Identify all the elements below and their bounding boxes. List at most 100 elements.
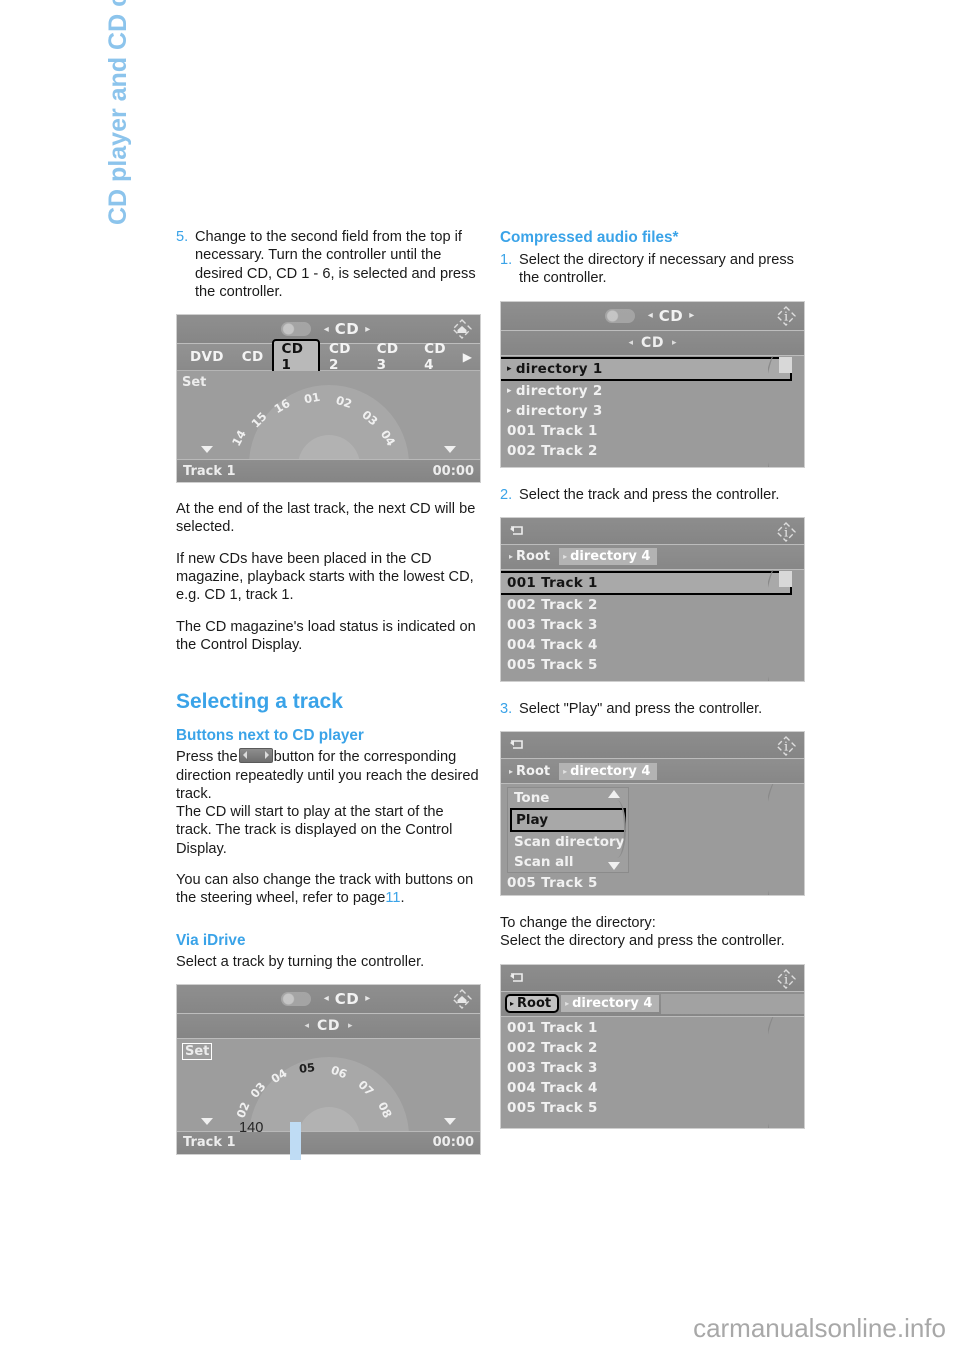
right-arrow-icon[interactable]: ▸ <box>365 324 370 335</box>
disc-icon <box>280 991 311 1006</box>
dial-number-05-current[interactable]: 05 <box>298 1060 315 1076</box>
list-item-label: 001 Track 1 <box>507 574 598 591</box>
cd-tab-strip[interactable]: DVD CD CD 1 CD 2 CD 3 CD 4 ▶ <box>177 339 480 376</box>
list-item[interactable]: ▸ directory 2 <box>501 381 804 401</box>
right-arrow-icon[interactable]: ▸ <box>672 338 677 348</box>
track-dial-topbar: ◂ CD ▸ <box>177 984 480 1014</box>
list-item[interactable]: 002 Track 2 <box>501 1038 804 1058</box>
cd-changer-dial[interactable]: Set 14 15 16 01 02 03 04 <box>177 371 480 460</box>
right-arrow-icon[interactable]: ▸ <box>348 1021 353 1031</box>
list-item[interactable]: 005 Track 5 <box>501 1098 804 1118</box>
left-arrow-icon[interactable]: ◂ <box>305 1021 310 1031</box>
scrollbar-thumb[interactable] <box>779 570 792 587</box>
list-item[interactable]: 002 Track 2 <box>501 441 804 461</box>
dial-caret-left-icon <box>201 1117 213 1125</box>
root-selected-breadcrumb[interactable]: ▸ Root ▸ directory 4 <box>501 991 804 1017</box>
list-item[interactable]: 001 Track 1 <box>501 570 792 595</box>
chevron-right-icon: ▸ <box>563 552 568 562</box>
tab-cd-1[interactable]: CD 1 <box>272 339 321 376</box>
breadcrumb-root[interactable]: ▸ Root <box>505 548 557 565</box>
info-diamond-icon[interactable]: i <box>775 305 797 327</box>
list-item[interactable]: 003 Track 3 <box>501 615 804 635</box>
svg-text:i: i <box>784 525 788 539</box>
right-column: Compressed audio files* 1. Select the di… <box>500 228 805 1129</box>
tab-next-arrow-icon[interactable]: ▶ <box>463 350 476 364</box>
root-selected-rows: 001 Track 1 002 Track 2 003 Track 3 004 … <box>501 1016 804 1128</box>
tab-cd[interactable]: CD <box>233 348 273 366</box>
breadcrumb-root[interactable]: ▸ Root <box>505 763 557 780</box>
list-item[interactable]: ▸ directory 1 <box>501 356 792 381</box>
track-dial-subbar[interactable]: ◂ CD ▸ <box>177 1013 480 1039</box>
track-dial[interactable]: Set 02 03 04 05 06 07 08 <box>177 1038 480 1131</box>
tab-dvd[interactable]: DVD <box>181 348 233 366</box>
directory-list-subbar[interactable]: ◂ CD ▸ <box>501 330 804 356</box>
scroll-down-caret-icon[interactable] <box>608 862 620 871</box>
left-arrow-icon[interactable]: ◂ <box>629 338 634 348</box>
heading-selecting-a-track: Selecting a track <box>176 690 343 714</box>
screenshot-track-list: i ▸ Root ▸ directory 4 001 Track 1 002 Tra… <box>500 516 805 682</box>
set-label[interactable]: Set <box>182 1042 213 1060</box>
list-item[interactable]: 002 Track 2 <box>501 595 804 615</box>
list-item[interactable]: ▸ directory 3 <box>501 401 804 421</box>
tab-cd-2[interactable]: CD 2 <box>320 340 368 374</box>
breadcrumb-directory-4[interactable]: ▸ directory 4 <box>559 762 658 780</box>
breadcrumb-root-label: Root <box>516 549 551 565</box>
paragraph-steering-wheel: You can also change the track with butto… <box>176 871 481 908</box>
screenshot-root-selected: i ▸ Root ▸ directory 4 001 Track 1 002 Tra… <box>500 963 805 1129</box>
directory-rows: ▸ directory 1 ▸ directory 2 ▸ directory 3 0… <box>501 355 804 467</box>
breadcrumb-empty-slot <box>661 993 804 1014</box>
left-arrow-icon[interactable]: ◂ <box>324 993 329 1004</box>
svg-text:i: i <box>784 740 788 754</box>
play-menu-area: Tone Play Scan directory Scan all 005 Tr… <box>501 784 804 896</box>
tab-cd-4[interactable]: CD 4 <box>415 340 463 374</box>
dial-number-14[interactable]: 14 <box>229 428 249 449</box>
dial-number-01[interactable]: 01 <box>303 390 321 407</box>
track-list-topbar: i <box>501 517 804 545</box>
cd-changer-topbar-label: CD <box>334 320 360 339</box>
breadcrumb-directory-4[interactable]: ▸ directory 4 <box>561 995 660 1013</box>
menu-scroll-arc <box>608 800 626 859</box>
page-reference-link[interactable]: 11 <box>385 890 400 906</box>
page-edge-marker <box>290 1122 301 1160</box>
back-arrow-icon[interactable] <box>507 523 527 539</box>
track-list-breadcrumb[interactable]: ▸ Root ▸ directory 4 <box>501 544 804 570</box>
list-item[interactable]: 005 Track 5 <box>501 655 804 675</box>
list-item[interactable]: 004 Track 4 <box>501 635 804 655</box>
step-2-number: 2. <box>500 486 513 503</box>
screenshot-play-menu: i ▸ Root ▸ directory 4 Tone Play Scan dire… <box>500 731 805 897</box>
list-item[interactable]: 001 Track 1 <box>501 421 804 441</box>
left-arrow-icon[interactable]: ◂ <box>648 310 653 321</box>
home-diamond-icon[interactable] <box>451 318 473 340</box>
context-menu[interactable]: Tone Play Scan directory Scan all <box>507 787 629 874</box>
list-item[interactable]: 004 Track 4 <box>501 1078 804 1098</box>
dial-number-02[interactable]: 02 <box>234 1100 253 1120</box>
track-rows: 001 Track 1 002 Track 2 003 Track 3 004 … <box>501 569 804 681</box>
list-item[interactable]: 005 Track 5 <box>501 873 598 893</box>
breadcrumb-root[interactable]: ▸ Root <box>505 994 560 1014</box>
breadcrumb-directory-4[interactable]: ▸ directory 4 <box>559 548 658 566</box>
list-item[interactable]: 001 Track 1 <box>501 1018 804 1038</box>
list-item-label: 002 Track 2 <box>507 596 598 613</box>
back-arrow-icon[interactable] <box>507 737 527 753</box>
info-diamond-icon[interactable]: i <box>775 521 797 543</box>
tab-cd-3[interactable]: CD 3 <box>368 340 416 374</box>
scroll-up-caret-icon[interactable] <box>608 790 620 799</box>
list-item[interactable]: 003 Track 3 <box>501 1058 804 1078</box>
page-number: 140 <box>239 1120 264 1136</box>
elapsed-time: 00:00 <box>432 1135 474 1151</box>
play-menu-breadcrumb[interactable]: ▸ Root ▸ directory 4 <box>501 759 804 785</box>
root-selected-topbar: i <box>501 964 804 992</box>
track-dial-topbar-label: CD <box>334 989 360 1008</box>
list-item-label: directory 2 <box>515 382 603 399</box>
scrollbar-thumb[interactable] <box>779 356 792 373</box>
info-diamond-icon[interactable]: i <box>775 968 797 990</box>
step-5-text: Change to the second field from the top … <box>195 229 476 300</box>
right-arrow-icon[interactable]: ▸ <box>365 993 370 1004</box>
left-arrow-icon[interactable]: ◂ <box>324 324 329 335</box>
paragraph-change-directory-2: Select the directory and press the contr… <box>500 933 785 950</box>
home-diamond-icon[interactable] <box>451 988 473 1010</box>
info-diamond-icon[interactable]: i <box>775 735 797 757</box>
right-arrow-icon[interactable]: ▸ <box>689 310 694 321</box>
svg-text:i: i <box>784 309 788 323</box>
back-arrow-icon[interactable] <box>507 970 527 986</box>
